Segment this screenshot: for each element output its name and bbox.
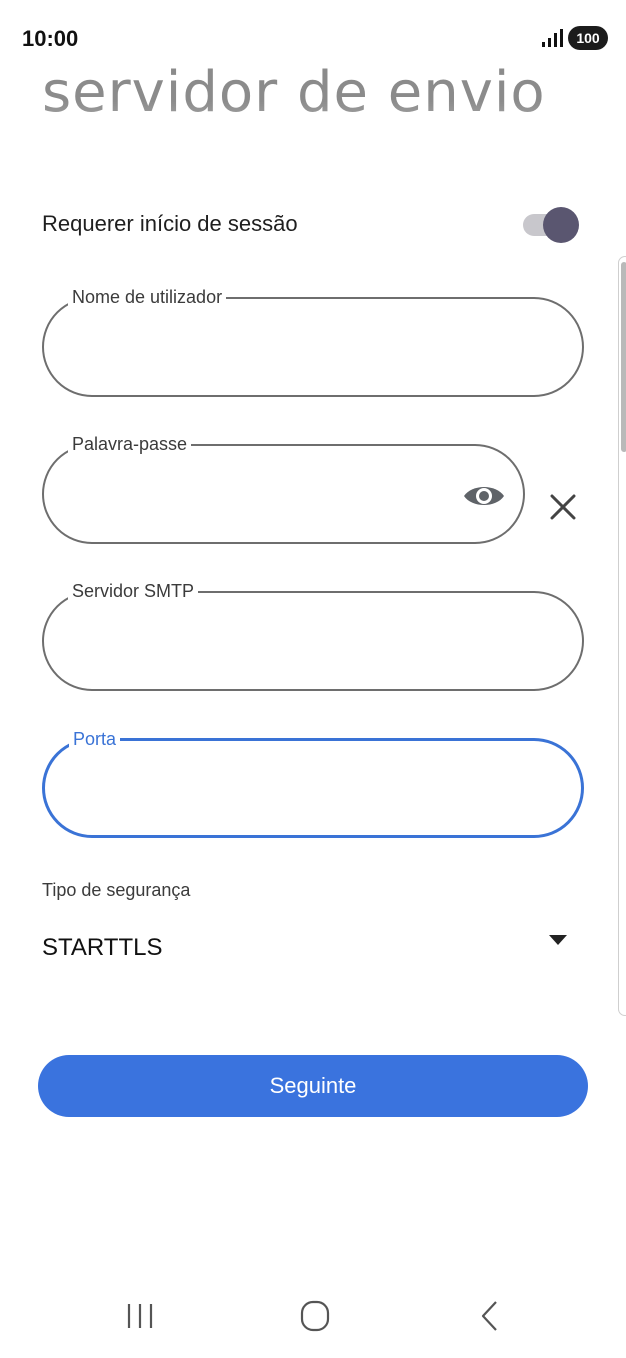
dropdown-arrow-icon [549, 935, 567, 945]
smtp-server-field[interactable]: Servidor SMTP [42, 579, 584, 691]
battery-indicator: 100 [568, 26, 608, 50]
security-type-label: Tipo de segurança [42, 880, 191, 900]
require-login-label: Requerer início de sessão [42, 211, 298, 236]
username-label: Nome de utilizador [68, 285, 227, 309]
password-input[interactable] [68, 466, 448, 522]
close-icon[interactable] [545, 489, 581, 525]
username-input[interactable] [68, 319, 558, 375]
status-time: 10:00 [22, 26, 79, 51]
toggle-thumb [543, 207, 579, 243]
port-input[interactable] [69, 761, 557, 817]
signal-bars-icon [542, 29, 563, 47]
smtp-server-input[interactable] [68, 613, 558, 669]
eye-icon[interactable] [458, 476, 510, 516]
home-icon[interactable] [295, 1296, 335, 1336]
page-title: servidor de envio [42, 60, 546, 125]
port-field[interactable]: Porta [42, 727, 584, 838]
smtp-server-label: Servidor SMTP [68, 579, 199, 603]
password-field[interactable]: Palavra-passe [42, 432, 525, 544]
username-field[interactable]: Nome de utilizador [42, 285, 584, 397]
require-login-toggle[interactable] [521, 205, 581, 245]
security-type-value: STARTTLS [42, 934, 163, 961]
recents-icon[interactable] [120, 1296, 160, 1336]
scrollbar-thumb[interactable] [621, 262, 626, 452]
port-label: Porta [69, 727, 121, 751]
password-label: Palavra-passe [68, 432, 192, 456]
next-button[interactable]: Seguinte [38, 1055, 588, 1117]
screen: 10:00 100 servidor de envio Requerer iní… [0, 0, 626, 1358]
security-type-select[interactable]: STARTTLS [42, 918, 582, 978]
back-icon[interactable] [470, 1296, 510, 1336]
